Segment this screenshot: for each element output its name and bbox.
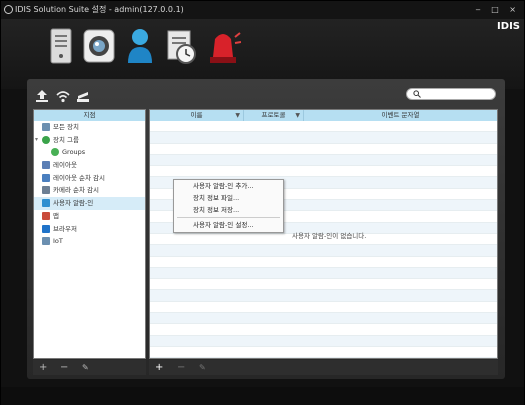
empty-message: 사용자 알람-인이 없습니다. <box>292 232 367 240</box>
iot-icon <box>42 237 50 246</box>
table-row <box>150 154 497 167</box>
camera-sequence-icon <box>42 186 50 195</box>
table-row <box>150 267 497 280</box>
user-icon[interactable] <box>124 27 156 65</box>
app-window: IDIS Solution Suite 설정 - admin(127.0.0.1… <box>0 0 525 405</box>
table-row <box>150 313 497 325</box>
tree-item-label: 카메라 순차 감시 <box>53 186 99 195</box>
tree-item-label: 장치 그룹 <box>53 135 79 144</box>
tree-item-label: IoT <box>53 237 63 246</box>
alarm-icon[interactable] <box>205 27 242 65</box>
tree-toolbar: + − ✎ <box>33 360 146 375</box>
table-row <box>150 166 497 178</box>
search-icon <box>413 90 421 98</box>
table-row <box>150 144 497 155</box>
tree-item-label: Groups <box>62 148 86 157</box>
schedule-icon[interactable] <box>165 27 197 65</box>
tree-item-label: 레이아웃 <box>53 161 77 170</box>
tree-item[interactable]: Groups <box>34 146 145 159</box>
table-row <box>150 245 497 257</box>
search-field[interactable] <box>406 88 496 100</box>
table-row <box>150 290 497 302</box>
table-row <box>150 121 497 133</box>
scan-icon[interactable] <box>76 89 90 103</box>
map-icon <box>42 211 50 220</box>
column-protocol[interactable]: 프로토콜 ▼ <box>244 110 304 121</box>
tree-item-label: 사용자 알람-인 <box>53 199 94 208</box>
wireless-icon[interactable] <box>56 89 70 103</box>
tree-item[interactable]: 레이아웃 순차 감시 <box>34 172 145 185</box>
tree-item[interactable]: 레이아웃 <box>34 159 145 172</box>
server-icon[interactable] <box>45 27 77 65</box>
table-header: 이름 ▼ 프로토콜 ▼ 이벤트 문자열 <box>150 110 497 121</box>
user-alarm-in-icon <box>42 199 50 208</box>
table-add-button[interactable]: + <box>155 360 163 375</box>
menu-separator <box>177 217 280 218</box>
tree-remove-button[interactable]: − <box>60 360 68 375</box>
tree-item[interactable]: ▾ 장치 그룹 <box>34 134 145 147</box>
table-row <box>150 347 497 358</box>
tree-item-label: 브라우저 <box>53 224 77 233</box>
upload-icon[interactable] <box>35 89 49 103</box>
tree-item-label: 맵 <box>53 211 59 220</box>
alarm-in-table: 이름 ▼ 프로토콜 ▼ 이벤트 문자열 사용자 알람-인이 없습니다. <box>149 109 498 359</box>
table-row <box>150 335 497 347</box>
close-button[interactable]: × <box>509 5 520 14</box>
expand-arrow-icon[interactable]: ▾ <box>35 134 38 147</box>
table-row <box>150 302 497 314</box>
sort-arrow-icon: ▼ <box>295 112 300 119</box>
tree-edit-button[interactable]: ✎ <box>82 360 89 375</box>
column-name[interactable]: 이름 ▼ <box>150 110 244 121</box>
device-camera-icon[interactable] <box>83 27 115 65</box>
status-bar <box>1 387 524 405</box>
tree-item[interactable]: 모든 장치 <box>34 121 145 134</box>
table-remove-button[interactable]: − <box>177 360 185 375</box>
tree-item-label: 모든 장치 <box>53 123 79 131</box>
device-panel: 지점 모든 장치 ▾ 장치 그룹 Groups 레이아웃레이아웃 순차 감시카메라 순차… <box>27 79 505 379</box>
table-row <box>150 324 497 336</box>
maximize-button[interactable]: □ <box>491 5 503 14</box>
title-bar: IDIS Solution Suite 설정 - admin(127.0.0.1… <box>1 1 524 19</box>
app-icon <box>4 5 13 14</box>
table-row <box>150 279 497 291</box>
table-row <box>150 257 497 268</box>
groups-icon <box>51 148 59 157</box>
tree-item[interactable]: IoT <box>34 235 145 248</box>
table-toolbar: + − ✎ <box>149 360 498 375</box>
tree-item-label: 레이아웃 순차 감시 <box>53 173 105 182</box>
table-row <box>150 132 497 144</box>
tree-add-button[interactable]: + <box>39 360 47 375</box>
sort-arrow-icon: ▼ <box>235 112 240 119</box>
tree-list: 모든 장치 ▾ 장치 그룹 Groups 레이아웃레이아웃 순차 감시카메라 순차 감시… <box>34 121 145 248</box>
tree-header: 지점 <box>34 110 145 121</box>
context-menu: 사용자 알람-인 추가... 장치 정보 파일... 장치 정보 저장... 사… <box>173 179 284 233</box>
menu-alarm-in-settings[interactable]: 사용자 알람-인 설정... <box>174 219 283 231</box>
brand-logo: IDIS <box>497 21 520 32</box>
menu-add-alarm-in[interactable]: 사용자 알람-인 추가... <box>174 180 283 192</box>
table-edit-button[interactable]: ✎ <box>199 360 206 375</box>
layout-sequence-icon <box>42 173 50 182</box>
tree-item[interactable]: 사용자 알람-인 <box>34 197 145 210</box>
tree-item[interactable]: 카메라 순차 감시 <box>34 184 145 197</box>
column-event-string[interactable]: 이벤트 문자열 <box>304 110 497 121</box>
device-group-icon <box>42 135 50 144</box>
minimize-button[interactable]: ‒ <box>476 5 485 14</box>
window-title: IDIS Solution Suite 설정 - admin(127.0.0.1… <box>15 5 184 14</box>
window-controls: ‒ □ × <box>476 1 520 19</box>
menu-save-device-info[interactable]: 장치 정보 저장... <box>174 204 283 216</box>
all-devices-icon <box>42 123 50 131</box>
browser-icon <box>42 224 50 233</box>
tree-item[interactable]: 브라우저 <box>34 223 145 236</box>
tree-item[interactable]: 맵 <box>34 210 145 223</box>
menu-device-info-file[interactable]: 장치 정보 파일... <box>174 192 283 204</box>
layout-icon <box>42 161 50 170</box>
site-tree: 지점 모든 장치 ▾ 장치 그룹 Groups 레이아웃레이아웃 순차 감시카메라 순차… <box>33 109 146 359</box>
